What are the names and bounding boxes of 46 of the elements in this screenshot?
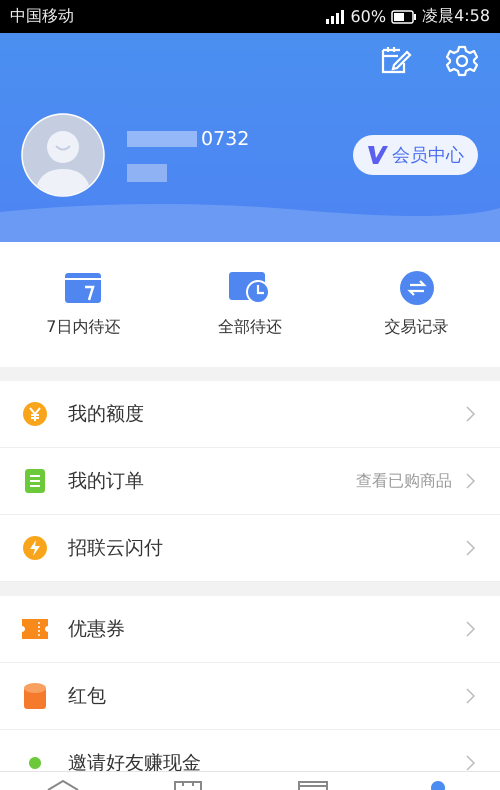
chevron-icon bbox=[466, 473, 476, 489]
chevron-icon bbox=[466, 755, 476, 771]
menu-row[interactable]: 红包 bbox=[0, 663, 500, 730]
cylinder-icon bbox=[22, 683, 48, 709]
redaction-block bbox=[127, 131, 197, 147]
menu-row[interactable]: 招联云闪付 bbox=[0, 515, 500, 582]
menu-label: 红包 bbox=[68, 684, 107, 709]
yen-icon bbox=[22, 402, 48, 426]
menu-note: 查看已购商品 bbox=[356, 470, 452, 492]
menu-label: 招联云闪付 bbox=[68, 536, 164, 561]
chevron-icon bbox=[466, 540, 476, 556]
home-icon[interactable] bbox=[46, 780, 80, 790]
battery-icon bbox=[391, 10, 418, 24]
menu-row[interactable]: 我的额度 bbox=[0, 381, 500, 448]
edit-icon[interactable] bbox=[380, 45, 412, 75]
chevron-icon bbox=[466, 406, 476, 422]
chevron-icon bbox=[466, 688, 476, 704]
lightning-icon bbox=[22, 536, 48, 560]
clock-icon bbox=[229, 271, 271, 305]
member-center-button[interactable]: 会员中心 bbox=[353, 135, 478, 175]
battery-percent: 60% bbox=[350, 7, 386, 26]
person-icon[interactable] bbox=[430, 780, 446, 790]
settings-icon[interactable] bbox=[446, 45, 478, 77]
calendar-icon bbox=[65, 271, 102, 305]
card-icon[interactable] bbox=[296, 780, 328, 790]
signal-icon bbox=[324, 10, 346, 24]
redaction-block bbox=[127, 164, 167, 182]
menu-row[interactable]: 优惠券 bbox=[0, 596, 500, 663]
menu-label: 我的订单 bbox=[68, 469, 145, 494]
avatar-icon[interactable] bbox=[21, 113, 105, 197]
chevron-icon bbox=[466, 621, 476, 637]
carrier-name: 中国移动 bbox=[10, 6, 74, 27]
document-icon bbox=[22, 469, 48, 493]
account-number: 0732 bbox=[201, 128, 250, 150]
v-logo-icon bbox=[367, 145, 389, 165]
shortcut-item[interactable]: 7日内待还 bbox=[0, 242, 167, 367]
ticket-icon bbox=[22, 619, 48, 639]
menu-label: 邀请好友赚现金 bbox=[68, 751, 202, 776]
clock-time: 凌晨4:58 bbox=[422, 6, 490, 27]
bag-icon[interactable] bbox=[172, 780, 202, 790]
menu-row[interactable]: 我的订单 查看已购商品 bbox=[0, 448, 500, 515]
menu-label: 我的额度 bbox=[68, 402, 145, 427]
shortcut-item[interactable]: 交易记录 bbox=[333, 242, 500, 367]
menu-label: 优惠券 bbox=[68, 617, 126, 642]
exchange-icon bbox=[400, 271, 434, 305]
shortcut-item[interactable]: 全部待还 bbox=[166, 242, 334, 367]
